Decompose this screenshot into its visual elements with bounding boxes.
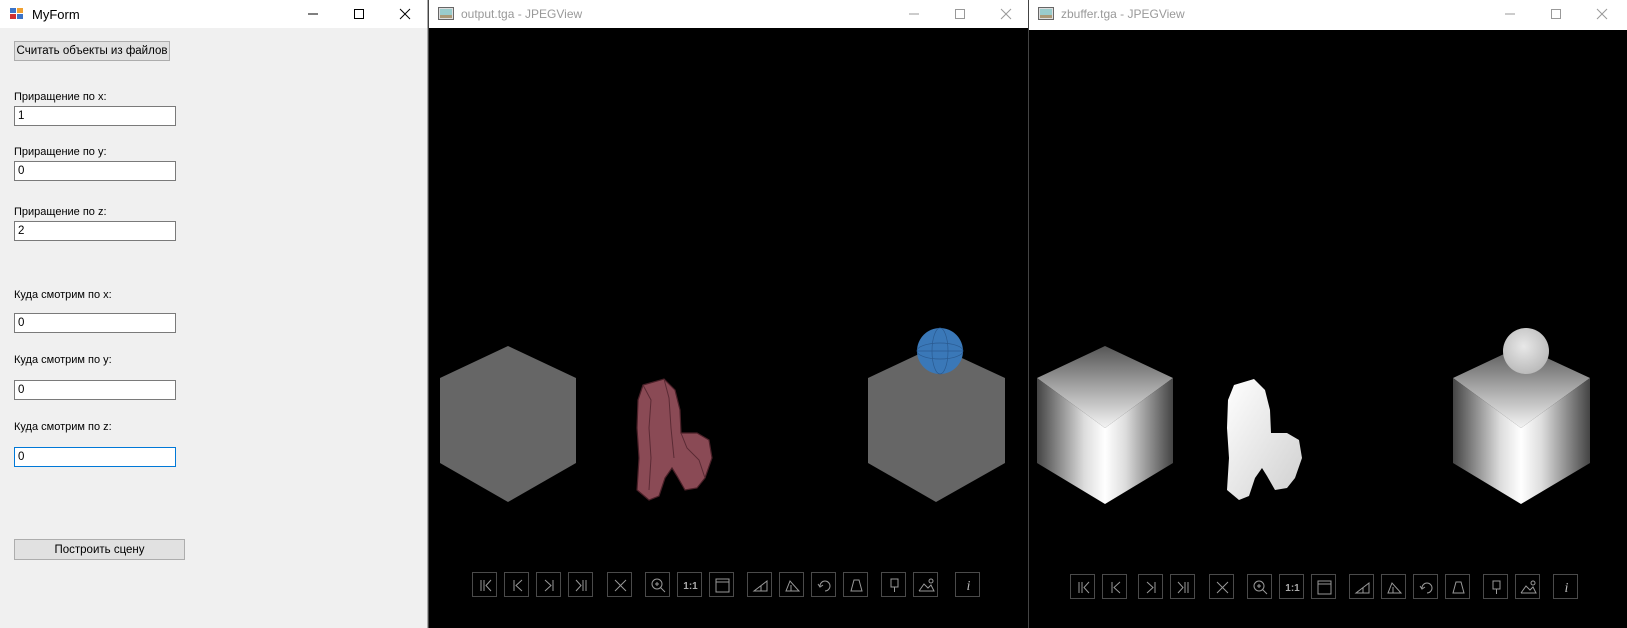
output-viewer-titlebar[interactable]: output.tga - JPEGView [429,0,1028,28]
keep-params-icon[interactable] [1483,574,1508,599]
output-image-canvas[interactable] [429,28,1028,628]
zoom-icon[interactable] [1247,574,1272,599]
close-button[interactable] [382,0,427,28]
increment-y-input[interactable] [14,161,176,181]
keep-params-icon[interactable] [881,572,906,597]
prev-image-icon[interactable] [504,572,529,597]
minimize-button[interactable] [1487,0,1533,28]
zoom-icon[interactable] [645,572,670,597]
zbuffer-image-canvas[interactable] [1029,28,1627,628]
look-x-label: Куда смотрим по x: [14,289,112,301]
first-image-icon[interactable] [472,572,497,597]
actual-size-text: 1:1 [1285,583,1300,594]
output-viewer-window: output.tga - JPEGView 1:1 i [428,0,1028,628]
look-x-input[interactable] [14,313,176,333]
info-text: i [1565,581,1569,596]
info-icon[interactable]: i [1553,574,1578,599]
myform-titlebar[interactable]: MyForm [0,0,427,28]
jpegview-app-icon [438,6,454,22]
output-render [440,327,1005,502]
maximize-button[interactable] [336,0,382,28]
last-image-icon[interactable] [1170,574,1195,599]
increment-x-input[interactable] [14,106,176,126]
minimize-button[interactable] [891,0,937,28]
sphere-depth [1503,328,1549,374]
next-image-icon[interactable] [536,572,561,597]
next-image-icon[interactable] [1138,574,1163,599]
increment-z-input[interactable] [14,221,176,241]
left-cube-depth [1037,346,1173,504]
chair-model [636,378,713,501]
zbuffer-viewer-titlebar[interactable]: zbuffer.tga - JPEGView [1029,0,1627,30]
form-app-icon [9,6,25,22]
output-viewer-title: output.tga - JPEGView [461,7,583,21]
rotate-right-icon[interactable] [1381,574,1406,599]
load-objects-button[interactable]: Считать объекты из файлов [14,41,170,61]
myform-window: MyForm Считать объекты из файлов Прираще… [0,0,428,628]
chair-depth [1227,379,1302,500]
rotate-right-icon[interactable] [779,572,804,597]
fit-window-icon[interactable] [709,572,734,597]
actual-size-text: 1:1 [683,581,698,592]
minimize-button[interactable] [290,0,336,28]
build-scene-button[interactable]: Построить сцену [14,539,185,560]
jpegview-app-icon [1038,6,1054,22]
fit-window-icon[interactable] [1311,574,1336,599]
blue-sphere [916,327,964,375]
myform-title: MyForm [32,7,80,22]
first-image-icon[interactable] [1070,574,1095,599]
info-icon[interactable]: i [955,572,980,597]
prev-image-icon[interactable] [1102,574,1127,599]
perspective-icon[interactable] [1445,574,1470,599]
rotate-left-icon[interactable] [747,572,772,597]
maximize-button[interactable] [937,0,983,28]
last-image-icon[interactable] [568,572,593,597]
zbuffer-render [1037,328,1590,504]
perspective-icon[interactable] [843,572,868,597]
zbuffer-viewer-title: zbuffer.tga - JPEGView [1061,7,1185,21]
increment-x-label: Приращение по x: [14,91,107,103]
rotate-icon[interactable] [1413,574,1438,599]
actual-size-icon[interactable]: 1:1 [677,572,702,597]
info-text: i [967,579,971,594]
left-cube [440,346,576,502]
look-y-label: Куда смотрим по y: [14,354,112,366]
maximize-button[interactable] [1533,0,1579,28]
landscape-icon[interactable] [913,572,938,597]
landscape-icon[interactable] [1515,574,1540,599]
actual-size-icon[interactable]: 1:1 [1279,574,1304,599]
zbuffer-viewer-window: zbuffer.tga - JPEGView 1:1 i [1028,0,1627,628]
delete-icon[interactable] [1209,574,1234,599]
delete-icon[interactable] [607,572,632,597]
increment-y-label: Приращение по y: [14,146,107,158]
close-button[interactable] [1579,0,1625,28]
increment-z-label: Приращение по z: [14,206,107,218]
close-button[interactable] [983,0,1028,28]
look-y-input[interactable] [14,380,176,400]
rotate-icon[interactable] [811,572,836,597]
rotate-left-icon[interactable] [1349,574,1374,599]
look-z-input[interactable] [14,447,176,467]
look-z-label: Куда смотрим по z: [14,421,112,433]
